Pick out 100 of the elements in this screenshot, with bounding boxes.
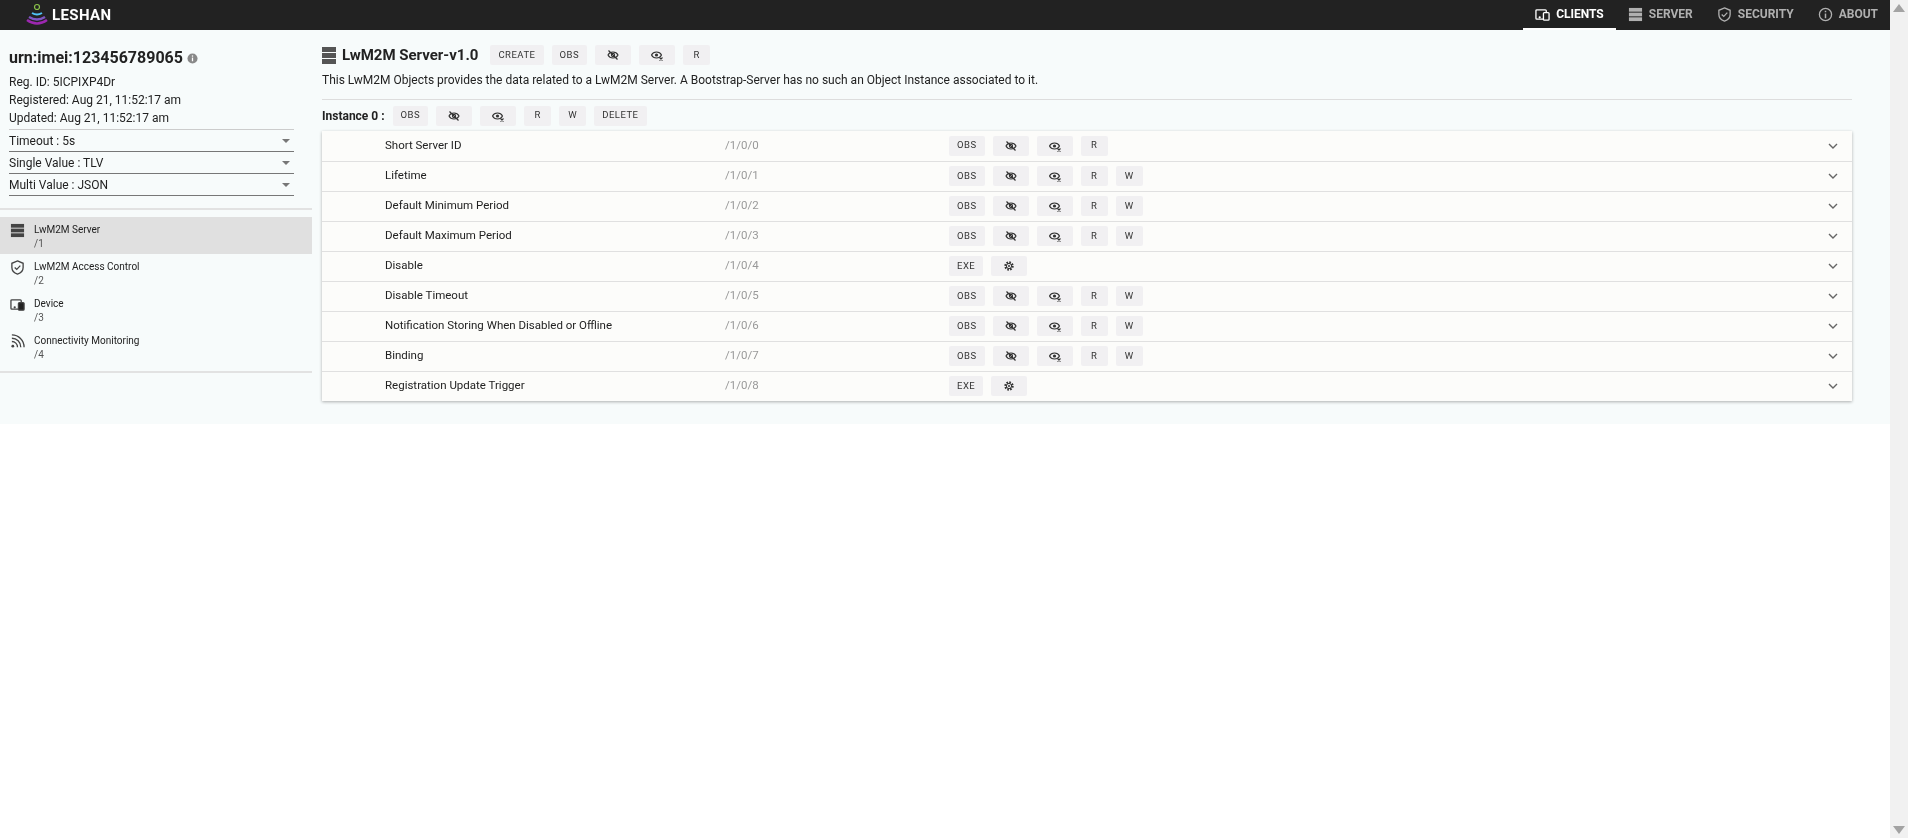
action-button[interactable]: W <box>1115 166 1143 186</box>
nav-tab[interactable]: SECURITY <box>1704 0 1806 30</box>
action-button[interactable]: DELETE <box>594 105 647 126</box>
expand-icon[interactable] <box>1828 383 1838 389</box>
object-list-item[interactable]: Device /3 <box>0 291 312 328</box>
action-button[interactable]: OBS <box>551 45 588 66</box>
eye-x-button[interactable] <box>480 105 517 126</box>
object-list-item[interactable]: LwM2M Access Control /2 <box>0 254 312 291</box>
eye-slash-button[interactable] <box>992 196 1029 216</box>
expand-icon[interactable] <box>1828 353 1838 359</box>
expand-icon[interactable] <box>1828 263 1838 269</box>
expand-icon[interactable] <box>1828 293 1838 299</box>
resource-path: /1/0/2 <box>725 197 760 215</box>
action-button[interactable]: OBS <box>949 346 985 366</box>
dropdown-icon <box>282 160 290 165</box>
resource-name: Short Server ID <box>385 136 463 154</box>
info-icon <box>1817 6 1833 22</box>
client-endpoint: urn:imei:123456789065 <box>9 47 183 69</box>
eye-x-button[interactable] <box>1036 316 1073 336</box>
eye-slash-button[interactable] <box>992 166 1029 186</box>
action-button[interactable]: R <box>1080 286 1108 306</box>
action-button[interactable]: OBS <box>949 286 985 306</box>
action-button[interactable]: W <box>1115 226 1143 246</box>
eye-x-button[interactable] <box>1036 196 1073 216</box>
select-field[interactable]: Timeout : 5s <box>9 130 294 152</box>
action-button[interactable]: W <box>559 105 587 126</box>
resource-name: Lifetime <box>385 167 428 185</box>
expand-icon[interactable] <box>1828 142 1838 149</box>
object-list-item[interactable]: Connectivity Monitoring /4 <box>0 328 312 365</box>
eye-slash-icon <box>1004 170 1017 182</box>
object-list-item[interactable]: LwM2M Server /1 <box>0 217 312 254</box>
action-button[interactable]: R <box>683 45 711 66</box>
action-button[interactable]: R <box>1080 135 1108 156</box>
shield-icon <box>10 260 25 275</box>
select-field[interactable]: Single Value : TLV <box>9 152 294 174</box>
action-button[interactable]: R <box>1080 196 1108 216</box>
eye-slash-icon <box>1004 139 1017 152</box>
resource-path: /1/0/1 <box>725 167 760 185</box>
action-button[interactable]: W <box>1115 286 1143 306</box>
gear-button[interactable] <box>991 376 1028 396</box>
action-button[interactable]: OBS <box>392 105 429 126</box>
action-button[interactable]: W <box>1115 196 1143 216</box>
action-button[interactable]: EXE <box>949 376 984 396</box>
nav-tab[interactable]: ABOUT <box>1805 0 1890 30</box>
eye-slash-button[interactable] <box>436 105 473 126</box>
eye-x-button[interactable] <box>1036 135 1073 156</box>
devices-icon <box>1535 6 1551 22</box>
eye-slash-button[interactable] <box>992 135 1029 156</box>
resource-path: /1/0/8 <box>725 377 760 395</box>
eye-x-icon <box>492 109 505 122</box>
resource-name: Disable Timeout <box>385 287 469 305</box>
nav-tab[interactable]: SERVER <box>1615 0 1705 30</box>
action-button[interactable]: W <box>1115 346 1143 366</box>
resource-name: Default Minimum Period <box>385 197 510 215</box>
action-button[interactable]: R <box>1080 346 1108 366</box>
gear-button[interactable] <box>991 256 1028 276</box>
resource-path: /1/0/0 <box>725 136 760 154</box>
action-button[interactable]: R <box>1080 226 1108 246</box>
action-button[interactable]: R <box>1080 316 1108 336</box>
expand-icon[interactable] <box>1828 323 1838 329</box>
action-button[interactable]: W <box>1115 316 1143 336</box>
action-button[interactable]: EXE <box>949 256 984 276</box>
logo-icon <box>26 3 48 27</box>
expand-icon[interactable] <box>1828 203 1838 209</box>
action-button[interactable]: OBS <box>949 196 985 216</box>
eye-slash-button[interactable] <box>595 45 632 66</box>
gear-icon <box>1003 380 1016 392</box>
action-button[interactable]: OBS <box>949 166 985 186</box>
instance-label: Instance 0 : <box>322 107 385 125</box>
eye-slash-button[interactable] <box>992 316 1029 336</box>
action-button[interactable]: CREATE <box>490 45 544 66</box>
eye-x-icon <box>1048 320 1061 332</box>
info-icon[interactable] <box>186 52 198 64</box>
object-title: LwM2M Server-v1.0 <box>342 45 479 66</box>
eye-x-button[interactable] <box>1036 226 1073 246</box>
action-button[interactable]: R <box>524 105 552 126</box>
eye-slash-icon <box>448 109 461 122</box>
devices-icon <box>10 297 25 312</box>
object-description: This LwM2M Objects provides the data related to a LwM2M Server. A Bootstrap-Server has no such an Object Instance associated to it. <box>322 71 1040 89</box>
action-button[interactable]: OBS <box>949 226 985 246</box>
resource-path: /1/0/7 <box>725 347 760 365</box>
expand-icon[interactable] <box>1828 173 1838 179</box>
eye-x-icon <box>1048 290 1061 302</box>
action-button[interactable]: R <box>1080 166 1108 186</box>
eye-x-button[interactable] <box>639 45 676 66</box>
eye-x-button[interactable] <box>1036 166 1073 186</box>
select-field[interactable]: Multi Value : JSON <box>9 174 294 196</box>
eye-slash-button[interactable] <box>992 346 1029 366</box>
eye-slash-icon <box>1004 290 1017 302</box>
eye-slash-button[interactable] <box>992 226 1029 246</box>
eye-slash-button[interactable] <box>992 286 1029 306</box>
eye-x-button[interactable] <box>1036 346 1073 366</box>
resource-name: Registration Update Trigger <box>385 377 526 395</box>
server-icon <box>10 223 25 238</box>
eye-slash-icon <box>1004 230 1017 242</box>
action-button[interactable]: OBS <box>949 316 985 336</box>
expand-icon[interactable] <box>1828 233 1838 239</box>
action-button[interactable]: OBS <box>949 135 985 156</box>
eye-x-button[interactable] <box>1036 286 1073 306</box>
eye-slash-icon <box>1004 200 1017 212</box>
